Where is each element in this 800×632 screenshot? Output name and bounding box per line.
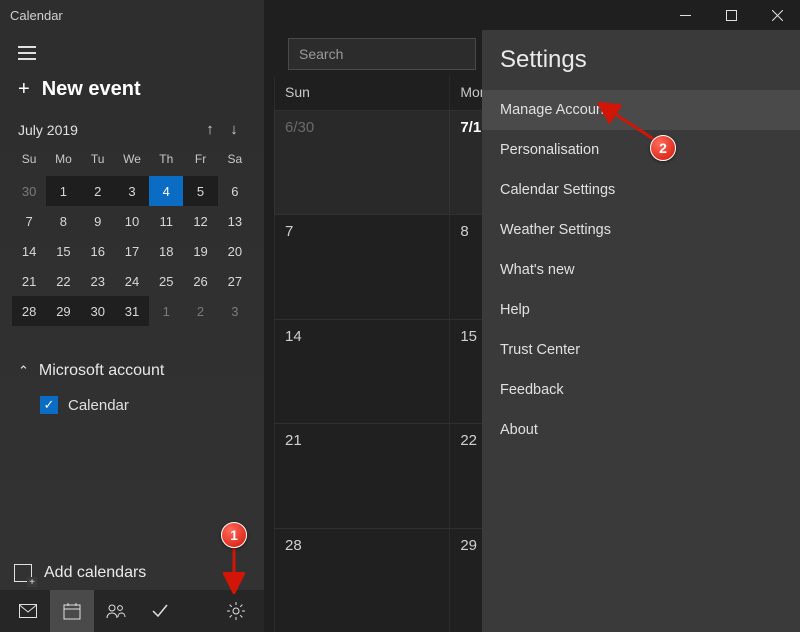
weekday-header: Fr xyxy=(183,146,217,176)
todo-button[interactable] xyxy=(138,590,182,632)
mini-cal-day[interactable]: 28 xyxy=(12,296,46,326)
checkmark-icon xyxy=(151,602,169,620)
mini-cal-day[interactable]: 17 xyxy=(115,236,149,266)
app-title: Calendar xyxy=(10,8,63,23)
mini-cal-day[interactable]: 13 xyxy=(218,206,252,236)
weekday-header: Sa xyxy=(218,146,252,176)
new-event-button[interactable]: + New event xyxy=(0,72,264,113)
mini-cal-day[interactable]: 16 xyxy=(81,236,115,266)
mini-cal-day[interactable]: 26 xyxy=(183,266,217,296)
calendar-check-label: Calendar xyxy=(68,397,129,414)
mini-cal-day[interactable]: 3 xyxy=(218,296,252,326)
people-button[interactable] xyxy=(94,590,138,632)
mini-cal-day[interactable]: 9 xyxy=(81,206,115,236)
hamburger-button[interactable] xyxy=(0,36,264,72)
month-label[interactable]: July 2019 xyxy=(18,122,198,138)
search-box[interactable] xyxy=(288,38,476,70)
mini-cal-day[interactable]: 23 xyxy=(81,266,115,296)
close-button[interactable] xyxy=(754,0,800,30)
hamburger-icon xyxy=(18,46,36,60)
settings-item-weather-settings[interactable]: Weather Settings xyxy=(482,210,800,250)
grid-day-cell[interactable]: 14 xyxy=(274,320,449,423)
next-month-button[interactable]: ↓ xyxy=(222,121,246,138)
mini-cal-day[interactable]: 2 xyxy=(183,296,217,326)
mini-cal-day[interactable]: 7 xyxy=(12,206,46,236)
annotation-arrow-1 xyxy=(223,544,245,594)
grid-day-cell[interactable]: 21 xyxy=(274,424,449,527)
grid-day-cell[interactable]: 28 xyxy=(274,529,449,632)
gear-icon xyxy=(227,602,245,620)
mini-cal-day[interactable]: 24 xyxy=(115,266,149,296)
plus-icon: + xyxy=(18,78,30,101)
weekday-header: Su xyxy=(12,146,46,176)
mini-cal-day[interactable]: 12 xyxy=(183,206,217,236)
add-calendar-icon xyxy=(14,564,32,582)
mini-cal-day[interactable]: 30 xyxy=(12,176,46,206)
mini-cal-day[interactable]: 22 xyxy=(46,266,80,296)
titlebar: Calendar xyxy=(0,0,800,30)
mini-cal-day[interactable]: 27 xyxy=(218,266,252,296)
annotation-callout-2: 2 xyxy=(650,135,676,161)
mini-cal-day[interactable]: 2 xyxy=(81,176,115,206)
settings-item-help[interactable]: Help xyxy=(482,290,800,330)
grid-day-cell[interactable]: 7 xyxy=(274,215,449,318)
weekday-header: We xyxy=(115,146,149,176)
settings-item-feedback[interactable]: Feedback xyxy=(482,370,800,410)
mini-cal-day[interactable]: 15 xyxy=(46,236,80,266)
mini-cal-day[interactable]: 25 xyxy=(149,266,183,296)
settings-item-calendar-settings[interactable]: Calendar Settings xyxy=(482,170,800,210)
settings-title: Settings xyxy=(482,30,800,90)
mini-cal-day[interactable]: 6 xyxy=(218,176,252,206)
account-label: Microsoft account xyxy=(39,362,164,380)
calendar-icon xyxy=(63,602,81,620)
mini-cal-day[interactable]: 19 xyxy=(183,236,217,266)
mini-calendar: SuMoTuWeThFrSa 3012345678910111213141516… xyxy=(0,146,264,326)
mini-cal-day[interactable]: 21 xyxy=(12,266,46,296)
mini-cal-day[interactable]: 11 xyxy=(149,206,183,236)
mini-cal-day[interactable]: 31 xyxy=(115,296,149,326)
mini-cal-day[interactable]: 20 xyxy=(218,236,252,266)
mini-cal-day[interactable]: 18 xyxy=(149,236,183,266)
people-icon xyxy=(106,603,126,619)
mail-icon xyxy=(19,604,37,618)
mini-cal-day[interactable]: 5 xyxy=(183,176,217,206)
settings-button[interactable] xyxy=(214,590,258,632)
mini-cal-day[interactable]: 8 xyxy=(46,206,80,236)
mini-cal-day[interactable]: 1 xyxy=(149,296,183,326)
settings-item-trust-center[interactable]: Trust Center xyxy=(482,330,800,370)
chevron-up-icon: ⌃ xyxy=(18,363,29,379)
grid-day-cell[interactable]: 6/30 xyxy=(274,111,449,214)
mini-cal-day[interactable]: 3 xyxy=(115,176,149,206)
settings-item-about[interactable]: About xyxy=(482,410,800,450)
new-event-label: New event xyxy=(42,78,141,101)
account-toggle[interactable]: ⌃ Microsoft account xyxy=(18,356,246,386)
add-calendars-label: Add calendars xyxy=(44,564,146,582)
mini-cal-day[interactable]: 1 xyxy=(46,176,80,206)
mini-cal-day[interactable]: 29 xyxy=(46,296,80,326)
mini-cal-day[interactable]: 30 xyxy=(81,296,115,326)
mail-button[interactable] xyxy=(6,590,50,632)
prev-month-button[interactable]: ↑ xyxy=(198,121,222,138)
search-input[interactable] xyxy=(299,46,465,62)
mini-cal-day[interactable]: 14 xyxy=(12,236,46,266)
weekday-header: Mo xyxy=(46,146,80,176)
annotation-callout-1: 1 xyxy=(221,522,247,548)
weekday-header: Th xyxy=(149,146,183,176)
bottom-nav-rail xyxy=(0,590,264,632)
weekday-header: Tu xyxy=(81,146,115,176)
settings-item-what-s-new[interactable]: What's new xyxy=(482,250,800,290)
mini-cal-day[interactable]: 10 xyxy=(115,206,149,236)
calendar-checkbox-row[interactable]: ✓ Calendar xyxy=(18,386,246,424)
day-header: Sun xyxy=(274,76,449,110)
checkbox-checked-icon: ✓ xyxy=(40,396,58,414)
mini-cal-day[interactable]: 4 xyxy=(149,176,183,206)
minimize-button[interactable] xyxy=(662,0,708,30)
calendar-button[interactable] xyxy=(50,590,94,632)
maximize-button[interactable] xyxy=(708,0,754,30)
